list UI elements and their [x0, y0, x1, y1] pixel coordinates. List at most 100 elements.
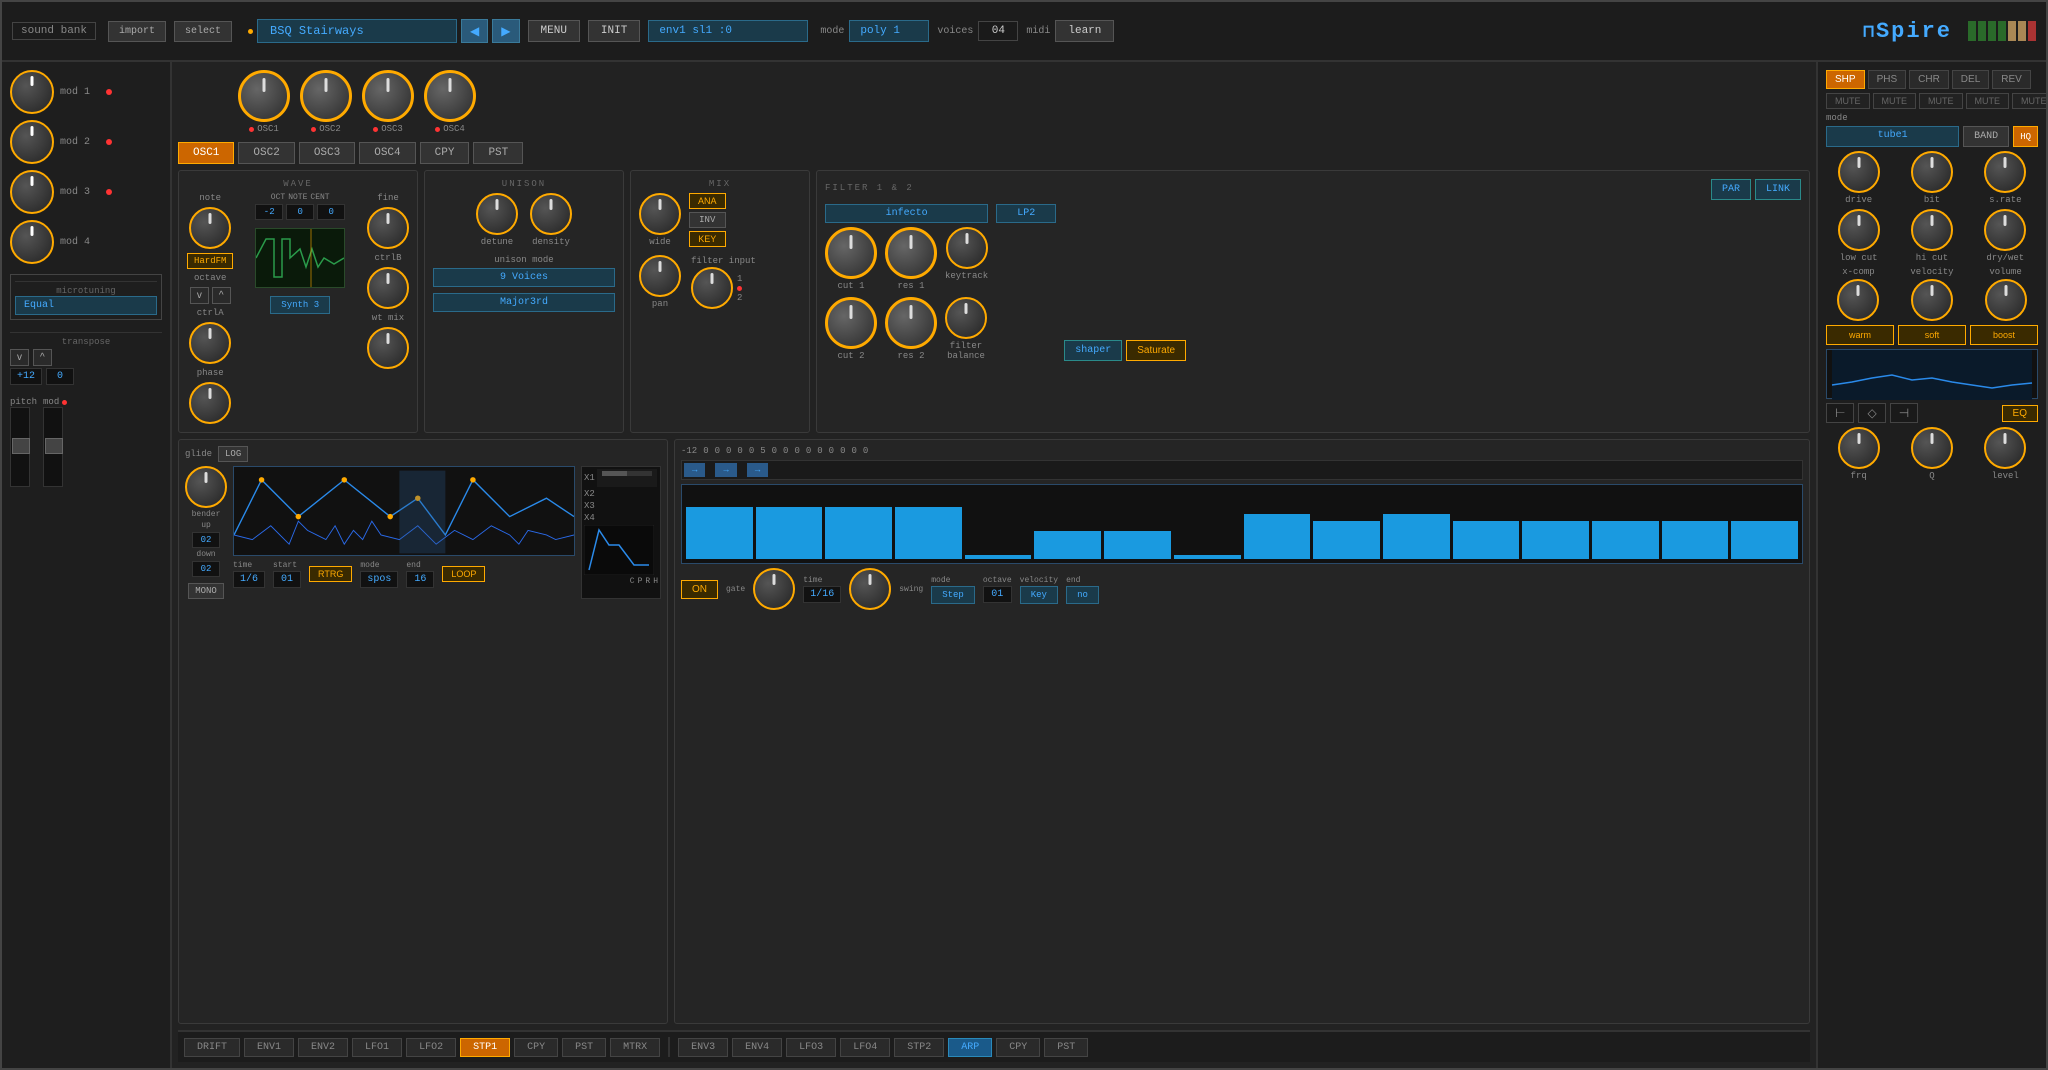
mute1-button[interactable]: MUTE — [1826, 93, 1870, 109]
tab-pst-left[interactable]: PST — [562, 1038, 606, 1057]
wide-knob[interactable] — [639, 193, 681, 235]
octave-up-button[interactable]: ^ — [212, 287, 231, 304]
octave-down-button[interactable]: v — [190, 287, 209, 304]
mod3-knob[interactable] — [10, 170, 54, 214]
tuning-display[interactable]: Equal — [15, 296, 157, 315]
mod-slider[interactable] — [43, 407, 63, 487]
tab-env2[interactable]: ENV2 — [298, 1038, 348, 1057]
tab-stp2[interactable]: STP2 — [894, 1038, 944, 1057]
loop-button[interactable]: LOOP — [442, 566, 485, 582]
band-button[interactable]: BAND — [1963, 126, 2009, 147]
hardfm-display[interactable]: HardFM — [187, 253, 233, 269]
menu-button[interactable]: MENU — [528, 20, 580, 42]
saturate-button[interactable]: Saturate — [1126, 340, 1186, 361]
tab-pst-right[interactable]: PST — [1044, 1038, 1088, 1057]
transpose-down-button[interactable]: v — [10, 349, 29, 366]
frq-knob[interactable] — [1838, 427, 1880, 469]
import-button[interactable]: import — [108, 21, 166, 42]
pan-knob[interactable] — [639, 255, 681, 297]
eq-shape2-button[interactable]: ◇ — [1858, 403, 1885, 423]
key-button[interactable]: KEY — [689, 231, 726, 247]
next-preset-button[interactable]: ▶ — [492, 19, 519, 43]
rev-tab[interactable]: REV — [1992, 70, 2031, 89]
hicut-knob[interactable] — [1911, 209, 1953, 251]
tab-lfo4[interactable]: LFO4 — [840, 1038, 890, 1057]
osc-pst-button[interactable]: PST — [473, 142, 523, 164]
tab-arp[interactable]: ARP — [948, 1038, 992, 1057]
soft-button[interactable]: soft — [1898, 325, 1966, 345]
chord-display[interactable]: Major3rd — [433, 293, 615, 312]
level-right-knob[interactable] — [1984, 427, 2026, 469]
bender-knob[interactable] — [185, 466, 227, 508]
lowcut-knob[interactable] — [1838, 209, 1880, 251]
tab-env4[interactable]: ENV4 — [732, 1038, 782, 1057]
wtmix-knob[interactable] — [367, 327, 409, 369]
tab-cpy-left[interactable]: CPY — [514, 1038, 558, 1057]
tab-drift[interactable]: DRIFT — [184, 1038, 240, 1057]
tab-stp1[interactable]: STP1 — [460, 1038, 510, 1057]
density-knob[interactable] — [530, 193, 572, 235]
osc3-tab[interactable]: OSC3 — [299, 142, 355, 164]
velocity-right-knob[interactable] — [1911, 279, 1953, 321]
transpose-up-button[interactable]: ^ — [33, 349, 52, 366]
mod4-knob[interactable] — [10, 220, 54, 264]
filter-input-knob[interactable] — [691, 267, 733, 309]
cut1-knob[interactable] — [825, 227, 877, 279]
warm-button[interactable]: warm — [1826, 325, 1894, 345]
res2-knob[interactable] — [885, 297, 937, 349]
ctrlb-knob[interactable] — [367, 267, 409, 309]
pitch-slider[interactable] — [10, 407, 30, 487]
init-button[interactable]: INIT — [588, 20, 640, 42]
infecto-button[interactable]: infecto — [825, 204, 988, 223]
phs-tab[interactable]: PHS — [1868, 70, 1907, 89]
tab-lfo1[interactable]: LFO1 — [352, 1038, 402, 1057]
rtrg-button[interactable]: RTRG — [309, 566, 352, 582]
osc4-level-knob[interactable] — [424, 70, 476, 122]
note-knob[interactable] — [189, 207, 231, 249]
eq-shape3-button[interactable]: ⊣ — [1890, 403, 1918, 423]
eq-button[interactable]: EQ — [2002, 405, 2038, 422]
hq-button[interactable]: HQ — [2013, 126, 2038, 147]
osc2-level-knob[interactable] — [300, 70, 352, 122]
osc1-level-knob[interactable] — [238, 70, 290, 122]
mute5-button[interactable]: MUTE — [2012, 93, 2046, 109]
arp-mode-val[interactable]: Step — [931, 586, 975, 604]
q-knob[interactable] — [1911, 427, 1953, 469]
voices-display[interactable]: 9 Voices — [433, 268, 615, 287]
boost-button[interactable]: boost — [1970, 325, 2038, 345]
xcomp-knob[interactable] — [1837, 279, 1879, 321]
link-button[interactable]: LINK — [1755, 179, 1801, 200]
fine-knob[interactable] — [367, 207, 409, 249]
tab-cpy-right[interactable]: CPY — [996, 1038, 1040, 1057]
tab-env1[interactable]: ENV1 — [244, 1038, 294, 1057]
volume-right-knob[interactable] — [1985, 279, 2027, 321]
tab-lfo3[interactable]: LFO3 — [786, 1038, 836, 1057]
drywet-knob[interactable] — [1984, 209, 2026, 251]
tab-mtrx[interactable]: MTRX — [610, 1038, 660, 1057]
bit-knob[interactable] — [1911, 151, 1953, 193]
synth3-display[interactable]: Synth 3 — [270, 296, 330, 314]
tab-lfo2[interactable]: LFO2 — [406, 1038, 456, 1057]
mod1-knob[interactable] — [10, 70, 54, 114]
shaper-button[interactable]: shaper — [1064, 340, 1122, 361]
tube1-display[interactable]: tube1 — [1826, 126, 1959, 147]
gate-knob[interactable] — [753, 568, 795, 610]
mute4-button[interactable]: MUTE — [1966, 93, 2010, 109]
mute2-button[interactable]: MUTE — [1873, 93, 1917, 109]
lp2-button[interactable]: LP2 — [996, 204, 1056, 223]
srate-knob[interactable] — [1984, 151, 2026, 193]
osc-cpy-button[interactable]: CPY — [420, 142, 470, 164]
midi-learn-button[interactable]: learn — [1055, 20, 1114, 42]
inv-button[interactable]: INV — [689, 212, 726, 228]
mono-button[interactable]: MONO — [188, 583, 224, 599]
keytrack-knob[interactable] — [946, 227, 988, 269]
prev-preset-button[interactable]: ◀ — [461, 19, 488, 43]
osc2-tab[interactable]: OSC2 — [238, 142, 294, 164]
filter-balance-knob[interactable] — [945, 297, 987, 339]
mod2-knob[interactable] — [10, 120, 54, 164]
shp-tab[interactable]: SHP — [1826, 70, 1865, 89]
log-button[interactable]: LOG — [218, 446, 248, 462]
arp-on-button[interactable]: ON — [681, 580, 718, 599]
tab-env3[interactable]: ENV3 — [678, 1038, 728, 1057]
chr-tab[interactable]: CHR — [1909, 70, 1949, 89]
